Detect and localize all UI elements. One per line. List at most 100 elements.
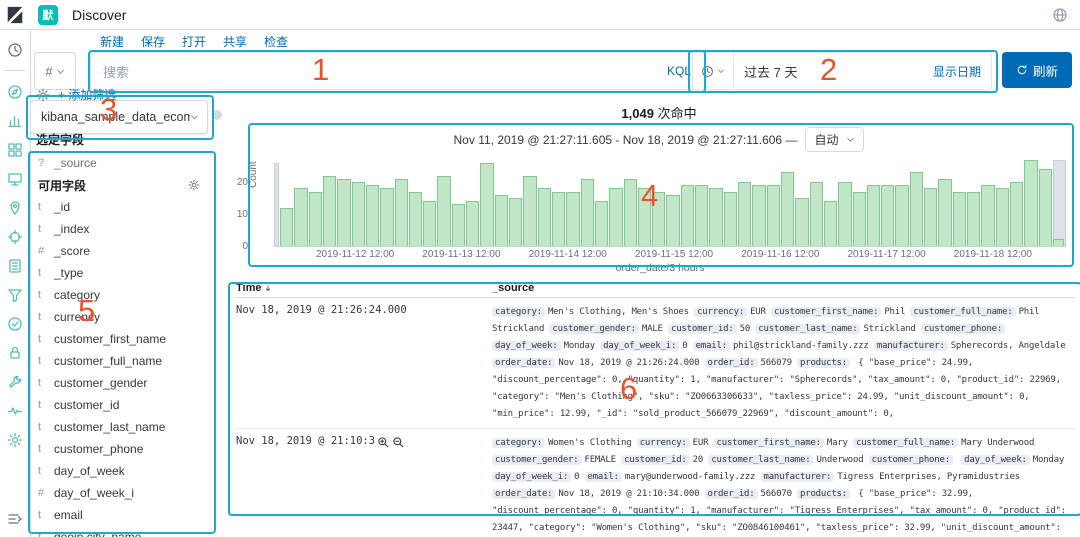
toolbar-link[interactable]: 打开 [182, 33, 206, 50]
histogram-bar[interactable] [695, 185, 708, 246]
time-picker[interactable]: 过去 7 天 显示日期 [692, 52, 992, 90]
histogram-bar[interactable] [967, 192, 980, 246]
show-dates-button[interactable]: 显示日期 [933, 63, 981, 80]
histogram-bar[interactable] [910, 172, 923, 246]
histogram-bar[interactable] [752, 185, 765, 246]
maps-icon[interactable] [7, 200, 23, 216]
zoom-in-icon[interactable] [377, 436, 390, 449]
histogram-bar[interactable] [538, 188, 551, 246]
histogram-bar[interactable] [509, 198, 522, 246]
visualize-icon[interactable] [7, 113, 23, 129]
space-badge[interactable]: 默 [38, 5, 58, 25]
field-item-_score[interactable]: #_score [30, 240, 210, 262]
field-item-geoip.city_name[interactable]: tgeoip.city_name [30, 526, 210, 537]
histogram-bar[interactable] [881, 185, 894, 246]
histogram-bar[interactable] [352, 182, 365, 246]
field-item-customer_phone[interactable]: tcustomer_phone [30, 438, 210, 460]
histogram-bar[interactable] [652, 192, 665, 246]
histogram-bar[interactable] [795, 198, 808, 246]
query-filter-dropdown[interactable]: # [34, 52, 76, 90]
histogram-bar[interactable] [309, 192, 322, 246]
field-item-customer_first_name[interactable]: tcustomer_first_name [30, 328, 210, 350]
histogram-bar[interactable] [452, 204, 465, 246]
histogram-bar[interactable] [395, 179, 408, 246]
histogram-bar[interactable] [981, 185, 994, 246]
histogram-bar[interactable] [437, 176, 450, 246]
field-item-category[interactable]: tcategory [30, 284, 210, 306]
time-column-header[interactable]: Time [236, 282, 492, 294]
logs-icon[interactable] [7, 258, 23, 274]
histogram-bar[interactable] [423, 201, 436, 246]
management-icon[interactable] [7, 432, 23, 448]
time-picker-quick-menu[interactable] [693, 53, 734, 89]
info-icon[interactable] [212, 110, 222, 120]
partial-bucket-bar[interactable] [1053, 160, 1066, 246]
toolbar-link[interactable]: 检查 [264, 33, 288, 50]
collapse-menu-icon[interactable] [7, 511, 23, 527]
query-language-button[interactable]: KQL [667, 64, 691, 78]
table-row[interactable]: Nov 18, 2019 @ 21:10:3category:Women's C… [236, 429, 1076, 537]
histogram-bar[interactable] [609, 188, 622, 246]
refresh-button[interactable]: 刷新 [1002, 52, 1072, 88]
add-filter-button[interactable]: + 添加筛选 [58, 86, 116, 103]
histogram-bar[interactable] [581, 179, 594, 246]
histogram-bar[interactable] [895, 185, 908, 246]
histogram-bar[interactable] [824, 201, 837, 246]
field-item-day_of_week_i[interactable]: #day_of_week_i [30, 482, 210, 504]
field-item-_type[interactable]: t_type [30, 262, 210, 284]
toolbar-link[interactable]: 保存 [141, 33, 165, 50]
kibana-logo-icon[interactable] [0, 0, 30, 29]
field-item-email[interactable]: temail [30, 504, 210, 526]
dev-tools-icon[interactable] [7, 374, 23, 390]
uptime-icon[interactable] [7, 316, 23, 332]
discover-icon[interactable] [7, 84, 23, 100]
histogram-bar[interactable] [323, 176, 336, 246]
histogram-bar[interactable] [867, 185, 880, 246]
histogram-bar[interactable] [380, 188, 393, 246]
histogram-bar[interactable] [337, 179, 350, 246]
histogram-bar[interactable] [853, 192, 866, 246]
histogram-bar[interactable] [466, 201, 479, 246]
field-item-customer_last_name[interactable]: tcustomer_last_name [30, 416, 210, 438]
histogram-bar[interactable] [1010, 182, 1023, 246]
histogram-bar[interactable] [294, 188, 307, 246]
histogram-bar[interactable] [1039, 169, 1052, 246]
histogram-bar[interactable] [996, 188, 1009, 246]
zoom-out-icon[interactable] [392, 436, 405, 449]
apm-icon[interactable] [7, 287, 23, 303]
histogram-bar[interactable] [938, 179, 951, 246]
histogram-bar[interactable] [638, 188, 651, 246]
field-item-customer_gender[interactable]: tcustomer_gender [30, 372, 210, 394]
machine-learning-icon[interactable] [7, 229, 23, 245]
field-settings-gear-icon[interactable] [188, 179, 200, 191]
field-item-customer_full_name[interactable]: tcustomer_full_name [30, 350, 210, 372]
histogram-bar[interactable] [724, 192, 737, 246]
canvas-icon[interactable] [7, 171, 23, 187]
histogram-bar[interactable] [1024, 160, 1037, 246]
histogram-bar[interactable] [681, 185, 694, 246]
field-item-_source[interactable]: ?_source [30, 152, 210, 174]
histogram-bar[interactable] [566, 192, 579, 246]
histogram-bar[interactable] [767, 185, 780, 246]
recently-viewed-icon[interactable] [7, 42, 23, 58]
histogram-bar[interactable] [810, 182, 823, 246]
toolbar-link[interactable]: 共享 [223, 33, 247, 50]
time-range-value[interactable]: 过去 7 天 [744, 62, 797, 81]
histogram-bar[interactable] [781, 172, 794, 246]
field-item-_id[interactable]: t_id [30, 196, 210, 218]
globe-icon[interactable] [1052, 7, 1068, 23]
partial-bucket-bar[interactable] [274, 163, 279, 246]
histogram-bar[interactable] [709, 188, 722, 246]
histogram-bar[interactable] [595, 201, 608, 246]
histogram-bar[interactable] [624, 179, 637, 246]
histogram-bar[interactable] [280, 208, 293, 246]
histogram-bar[interactable] [924, 188, 937, 246]
histogram-bar[interactable] [409, 192, 422, 246]
histogram-bar[interactable] [552, 192, 565, 246]
stack-monitoring-icon[interactable] [7, 403, 23, 419]
table-row[interactable]: Nov 18, 2019 @ 21:26:24.000category:Men'… [236, 298, 1076, 429]
histogram-bar[interactable] [738, 182, 751, 246]
histogram-bar[interactable] [838, 182, 851, 246]
toolbar-link[interactable]: 新建 [100, 33, 124, 50]
histogram-bar[interactable] [523, 176, 536, 246]
